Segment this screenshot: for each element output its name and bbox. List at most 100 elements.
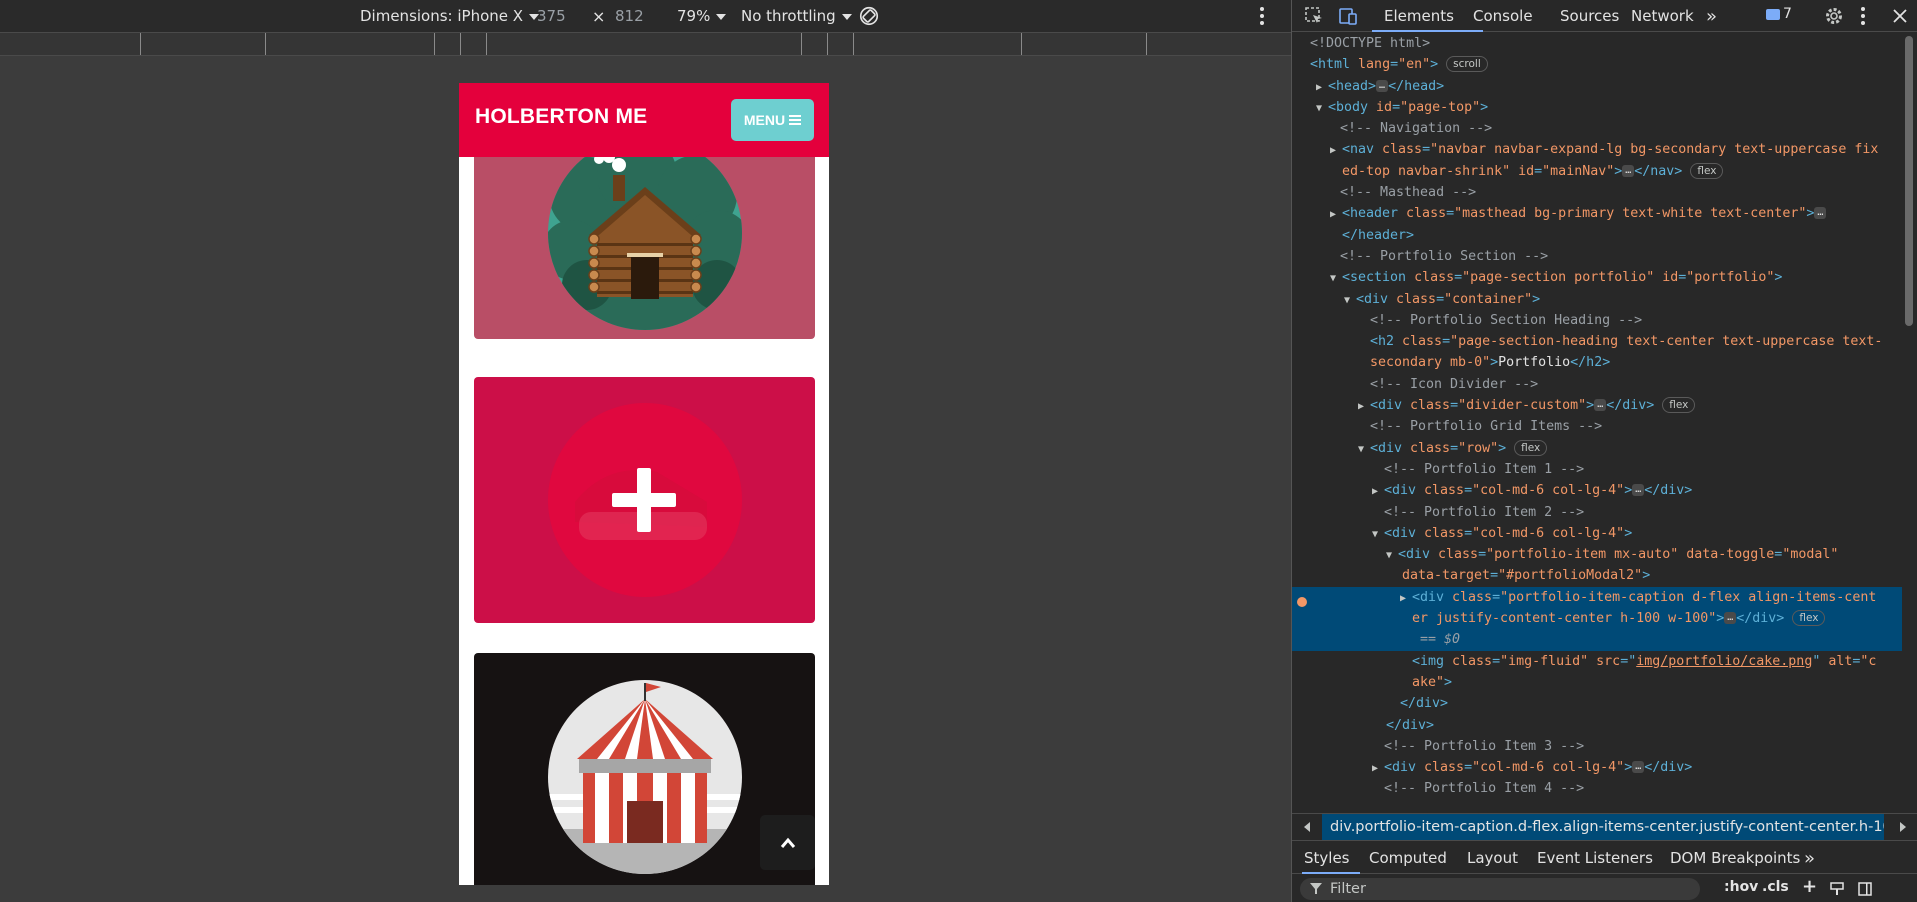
breakpoint-dot-icon — [1297, 596, 1307, 607]
inspect-element-icon[interactable] — [1304, 6, 1324, 26]
collapse-triangle-icon: ▼ — [1344, 294, 1351, 306]
collapse-triangle-icon: ▼ — [1372, 528, 1379, 540]
dom-line[interactable]: <html lang="en"> scroll — [1292, 54, 1902, 75]
dom-line[interactable]: <!-- Navigation --> — [1292, 118, 1902, 139]
issues-badge[interactable]: 7 — [1766, 6, 1792, 22]
dom-tree[interactable]: <!DOCTYPE html> <html lang="en"> scroll … — [1292, 33, 1902, 807]
close-icon[interactable] — [1890, 6, 1910, 26]
dom-line[interactable]: </div> — [1292, 715, 1902, 736]
dom-line[interactable]: data-target="#portfolioModal2"> — [1292, 565, 1902, 586]
cabin-image — [548, 136, 742, 330]
dom-line[interactable]: <!-- Portfolio Grid Items --> — [1292, 416, 1902, 437]
cake-hover-plus-icon — [548, 403, 742, 597]
dom-line[interactable]: ▼ <div class="row"> flex — [1292, 438, 1902, 459]
menu-label: MENU — [743, 112, 786, 128]
flex-badge[interactable]: flex — [1690, 162, 1724, 179]
rotate-icon[interactable] — [858, 0, 880, 32]
dom-line[interactable]: ▶ <div class="col-md-6 col-lg-4">… </div> — [1292, 480, 1902, 501]
dom-line[interactable]: <img class="img-fluid" src="img/portfoli… — [1292, 651, 1902, 672]
dom-line[interactable]: ake"> — [1292, 672, 1902, 693]
styles-tabbar: Styles Computed Layout Event Listeners D… — [1292, 840, 1917, 874]
dom-tree-scrollbar[interactable] — [1905, 36, 1913, 326]
dom-line[interactable]: <!-- Portfolio Section Heading --> — [1292, 310, 1902, 331]
dom-line[interactable]: <!DOCTYPE html> — [1292, 33, 1902, 54]
device-dimensions-select[interactable]: Dimensions: iPhone X — [360, 0, 540, 32]
flex-badge[interactable]: flex — [1514, 439, 1548, 456]
dom-line[interactable]: ▶ <div class="col-md-6 col-lg-4">… </div> — [1292, 757, 1902, 778]
dom-line[interactable]: <!-- Portfolio Item 2 --> — [1292, 502, 1902, 523]
dom-line-selected[interactable]: ▶ <div class="portfolio-item-caption d-fl… — [1292, 586, 1902, 609]
tab-sources[interactable]: Sources — [1560, 0, 1619, 32]
message-icon — [1766, 8, 1780, 20]
sidebar-toggle-icon[interactable] — [1858, 882, 1872, 896]
dom-line[interactable]: ▶ <header class="masthead bg-primary text… — [1292, 203, 1902, 224]
dom-line[interactable]: <!-- Portfolio Section --> — [1292, 246, 1902, 267]
collapse-triangle-icon: ▼ — [1358, 443, 1365, 455]
portfolio-item-cake[interactable] — [474, 377, 815, 623]
scroll-right-icon[interactable] — [1900, 822, 1906, 832]
device-height-input[interactable]: 812 — [615, 0, 644, 32]
page-navbar: HOLBERTON ME MENU — [459, 83, 829, 157]
dom-line[interactable]: <!-- Icon Divider --> — [1292, 374, 1902, 395]
dom-line[interactable]: ▼ <section class="page-section portfolio"… — [1292, 267, 1902, 288]
collapse-triangle-icon: ▼ — [1316, 102, 1323, 114]
gear-icon[interactable] — [1824, 6, 1844, 26]
active-tab-indicator — [1302, 872, 1360, 874]
dom-line[interactable]: ▼ <div class="col-md-6 col-lg-4"> — [1292, 523, 1902, 544]
device-dimensions-label: Dimensions: iPhone X — [360, 7, 524, 25]
tab-dom-breakpoints[interactable]: DOM Breakpoints — [1670, 841, 1800, 875]
device-toolbar-toggle-icon[interactable] — [1338, 6, 1358, 26]
scroll-to-top-button[interactable] — [760, 815, 815, 870]
flex-badge[interactable]: flex — [1662, 397, 1696, 414]
dom-line[interactable]: ▼ <div class="portfolio-item mx-auto" dat… — [1292, 544, 1902, 565]
hov-toggle[interactable]: :hov — [1724, 879, 1758, 895]
dom-line[interactable]: ed-top navbar-shrink" id="mainNav">… </na… — [1292, 161, 1902, 182]
brand-title[interactable]: HOLBERTON ME — [475, 105, 647, 129]
dom-line[interactable]: <!-- Masthead --> — [1292, 182, 1902, 203]
circus-tent-image — [548, 680, 742, 874]
tab-network[interactable]: Network — [1631, 0, 1694, 32]
throttling-label: No throttling — [741, 7, 836, 25]
more-options-icon[interactable] — [1858, 5, 1868, 27]
dom-line[interactable]: ▶ <nav class="navbar navbar-expand-lg bg-… — [1292, 139, 1902, 160]
more-tabs-icon[interactable]: » — [1706, 0, 1717, 32]
tab-event-listeners[interactable]: Event Listeners — [1537, 841, 1653, 875]
device-width-input[interactable]: 375 — [537, 0, 566, 32]
dom-line[interactable]: </header> — [1292, 225, 1902, 246]
flex-badge[interactable]: flex — [1792, 610, 1826, 627]
tab-styles[interactable]: Styles — [1304, 841, 1350, 875]
dom-line[interactable]: <!-- Portfolio Item 1 --> — [1292, 459, 1902, 480]
chevron-up-icon — [780, 837, 795, 848]
filter-input[interactable]: Filter — [1300, 878, 1700, 900]
paint-brush-icon[interactable] — [1830, 882, 1844, 896]
menu-button[interactable]: MENU — [731, 99, 814, 141]
throttling-select[interactable]: No throttling — [741, 0, 852, 32]
dom-line[interactable]: ▼ <body id="page-top"> — [1292, 97, 1902, 118]
dom-line-selected[interactable]: == $0 — [1292, 629, 1902, 651]
dom-line[interactable]: ▶ <head>… </head> — [1292, 76, 1902, 97]
breadcrumb-item[interactable]: div.portfolio-item-caption.d-flex.align-… — [1322, 814, 1884, 840]
scroll-left-icon[interactable] — [1304, 822, 1310, 832]
breadcrumb: div.portfolio-item-caption.d-flex.align-… — [1292, 813, 1917, 840]
more-tabs-icon[interactable]: » — [1804, 841, 1815, 875]
cls-toggle[interactable]: .cls — [1762, 879, 1789, 895]
img-src-link[interactable]: img/portfolio/cake.png — [1636, 654, 1812, 669]
more-options-icon[interactable] — [1256, 4, 1268, 28]
dom-line-selected[interactable]: er justify-content-center h-100 w-100">…… — [1292, 608, 1902, 630]
dom-line[interactable]: ▼ <div class="container"> — [1292, 289, 1902, 310]
dom-line[interactable]: <h2 class="page-section-heading text-cen… — [1292, 331, 1902, 352]
tab-console[interactable]: Console — [1473, 0, 1533, 32]
tab-computed[interactable]: Computed — [1369, 841, 1447, 875]
tab-elements[interactable]: Elements — [1384, 0, 1454, 32]
dom-line[interactable]: </div> — [1292, 693, 1902, 714]
dom-line[interactable]: secondary mb-0">Portfolio</h2> — [1292, 352, 1902, 373]
expand-triangle-icon: ▶ — [1372, 486, 1379, 498]
zoom-select[interactable]: 79% — [677, 0, 727, 32]
scroll-badge[interactable]: scroll — [1446, 56, 1488, 73]
add-rule-icon[interactable]: + — [1802, 876, 1817, 897]
expand-triangle-icon: ▶ — [1372, 763, 1379, 775]
dom-line[interactable]: ▶ <div class="divider-custom">… </div> fle… — [1292, 395, 1902, 416]
tab-layout[interactable]: Layout — [1467, 841, 1518, 875]
dom-line[interactable]: <!-- Portfolio Item 3 --> — [1292, 736, 1902, 757]
dom-line[interactable]: <!-- Portfolio Item 4 --> — [1292, 778, 1902, 799]
